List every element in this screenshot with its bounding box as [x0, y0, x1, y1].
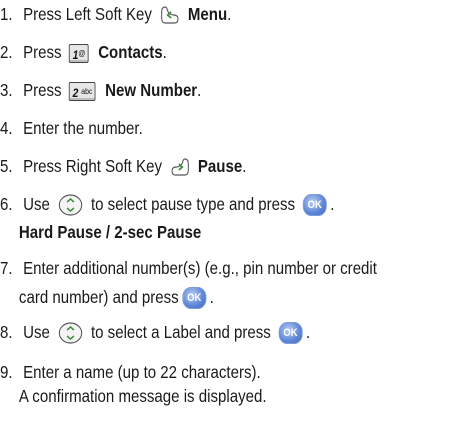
- key-2-icon: 2 abc: [69, 81, 96, 101]
- step-text-line2: card number) and press OK.: [0, 287, 401, 310]
- step-text-mid: to select a Label and press: [90, 322, 271, 342]
- step-number: 8.: [0, 322, 13, 342]
- step-number: 3.: [0, 80, 13, 100]
- step-4: 4. Enter the number.: [0, 118, 401, 138]
- step-number: 9.: [0, 362, 13, 382]
- step-number: 1.: [0, 4, 13, 24]
- step-text: Press Right Soft Key: [23, 156, 162, 176]
- right-soft-key-icon: [171, 158, 190, 176]
- step-1: 1. Press Left Soft Key Menu.: [0, 4, 401, 26]
- step-text: Use: [23, 194, 50, 214]
- step-text: Press: [23, 42, 62, 62]
- menu-label: Menu: [187, 4, 228, 24]
- step-6: 6. Use to select pause type and press OK…: [0, 194, 401, 242]
- step-text: Use: [23, 322, 50, 342]
- ok-key-icon: OK: [182, 287, 207, 310]
- navigation-key-icon: [58, 322, 83, 344]
- step-text: Enter additional number(s) (e.g., pin nu…: [23, 258, 377, 278]
- navigation-key-icon: [58, 194, 83, 216]
- new-number-label: New Number: [105, 80, 198, 100]
- step-2: 2. Press 1@ Contacts.: [0, 42, 167, 63]
- confirmation-text: A confirmation message is displayed.: [18, 386, 267, 406]
- step-3: 3. Press 2 abc New Number.: [0, 80, 202, 101]
- step-text: Enter a name (up to 22 characters).: [23, 362, 261, 382]
- contacts-label: Contacts: [98, 42, 163, 62]
- ok-key-icon: OK: [302, 194, 327, 217]
- step-number: 6.: [0, 194, 13, 214]
- step-text: Press: [23, 80, 62, 100]
- step-9: 9. Enter a name (up to 22 characters). A…: [0, 362, 401, 406]
- step-7: 7. Enter additional number(s) (e.g., pin…: [0, 258, 401, 310]
- pause-options: Hard Pause / 2-sec Pause: [18, 222, 202, 243]
- step-text-mid: to select pause type and press: [90, 194, 296, 214]
- step-text: Press Left Soft Key: [23, 4, 152, 24]
- step-number: 5.: [0, 156, 13, 176]
- step-number: 4.: [0, 118, 13, 138]
- instruction-list: 1. Press Left Soft Key Menu. 2. Press 1@…: [0, 0, 470, 431]
- key-1-icon: 1@: [69, 43, 89, 63]
- step-number: 2.: [0, 42, 13, 62]
- step-text: Enter the number.: [23, 118, 143, 138]
- pause-label: Pause: [197, 156, 243, 176]
- step-5: 5. Press Right Soft Key Pause.: [0, 156, 401, 178]
- ok-key-icon: OK: [278, 322, 303, 345]
- left-soft-key-icon: [160, 6, 179, 24]
- step-number: 7.: [0, 258, 13, 278]
- step-8: 8. Use to select a Label and press OK.: [0, 322, 401, 345]
